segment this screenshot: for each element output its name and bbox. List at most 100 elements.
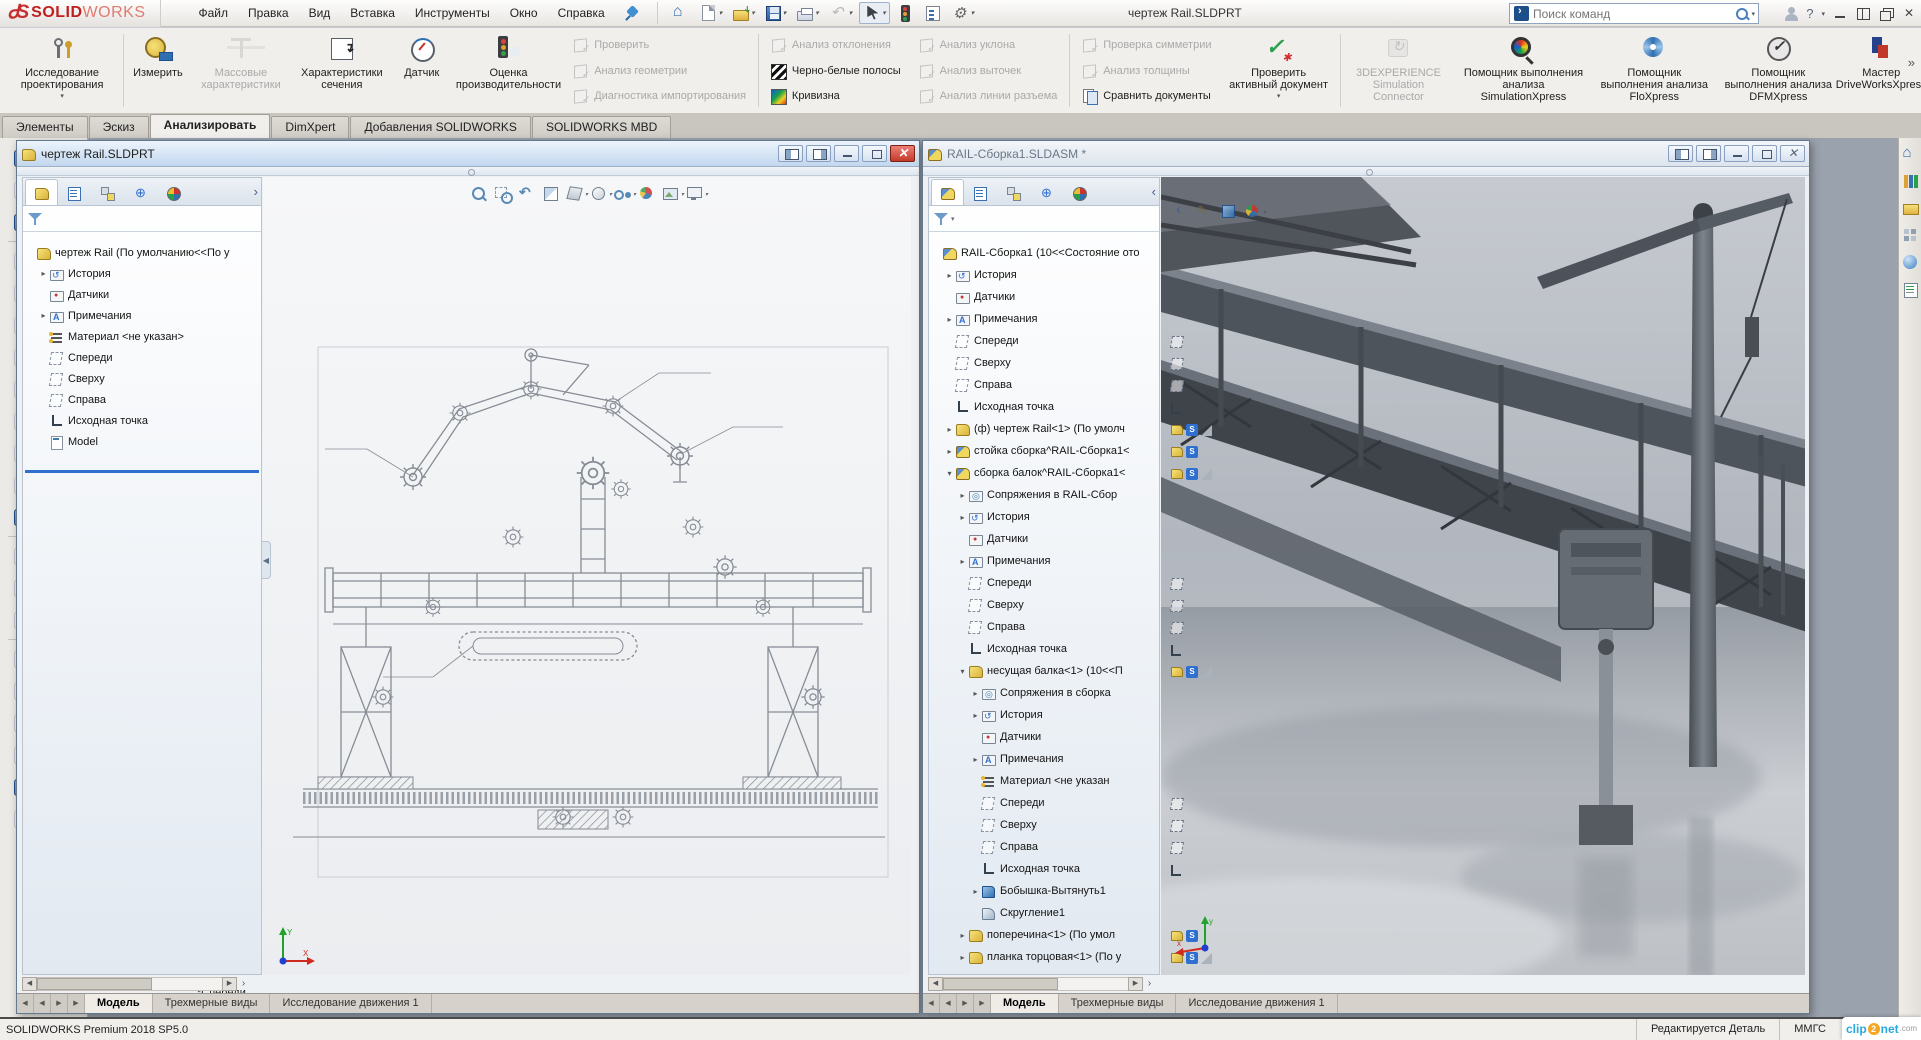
tree-item-Примечания[interactable]: ▸Примечания: [929, 550, 1159, 572]
menu-Инструменты[interactable]: Инструменты: [405, 0, 500, 26]
doc-tab-Модель[interactable]: Модель: [85, 994, 153, 1013]
ribbon-button[interactable]: Датчик: [391, 30, 453, 111]
tab-scroll-left[interactable]: ◀: [923, 994, 940, 1013]
help-icon[interactable]: ?: [1806, 6, 1813, 21]
tree-expand-arrow[interactable]: ▸: [970, 711, 981, 720]
dropdown-arrow-icon[interactable]: ▾: [1277, 92, 1281, 100]
tab-scroll-right[interactable]: ▶: [974, 994, 991, 1013]
tree-item-История[interactable]: ▸История: [929, 506, 1159, 528]
panel-expand-chevron[interactable]: ›: [237, 977, 250, 991]
zoomarea-icon[interactable]: [493, 185, 513, 203]
scroll-left-button[interactable]: ◀: [22, 977, 37, 991]
open-button[interactable]: ▾: [729, 2, 759, 24]
taskpane-props-icon[interactable]: [1902, 281, 1919, 298]
tree-item-Примечания[interactable]: ▸Примечания: [23, 305, 261, 326]
tab-Анализировать[interactable]: Анализировать: [150, 114, 271, 138]
menu-Справка[interactable]: Справка: [548, 0, 615, 26]
back-icon[interactable]: [1171, 203, 1191, 221]
scene-icon[interactable]: ▾: [661, 185, 681, 203]
tree-item-Справа[interactable]: Справа: [23, 389, 261, 410]
tree-item-Исходная[interactable]: Исходная точка: [929, 638, 1159, 660]
tab-scroll-left[interactable]: ◀: [17, 994, 34, 1013]
tree-item-Справа[interactable]: Справа: [929, 374, 1159, 396]
tree-item-планка[interactable]: ▸планка торцовая<1> (По у: [929, 946, 1159, 968]
doc-tab-Исследование движения 1[interactable]: Исследование движения 1: [270, 994, 431, 1013]
panel-splitter-handle[interactable]: [17, 167, 919, 176]
ribbon-button[interactable]: Помощник выполнения анализа DFMXpress: [1715, 30, 1841, 111]
tree-expand-arrow[interactable]: ▸: [957, 953, 968, 962]
tree-expand-arrow[interactable]: ▾: [944, 469, 955, 478]
pin-icon[interactable]: [625, 5, 641, 21]
tree-item-[interactable]: ▸(ф) чертеж Rail<1> (По умолч: [929, 418, 1159, 440]
scroll-left-button[interactable]: ◀: [928, 977, 943, 991]
help-dropdown[interactable]: ▾: [1821, 10, 1825, 18]
tree-item-История[interactable]: ▸История: [23, 263, 261, 284]
tab-SOLIDWORKS MBD[interactable]: SOLIDWORKS MBD: [532, 116, 671, 138]
fm-tab-proplist[interactable]: [58, 179, 91, 205]
ribbon-button[interactable]: Исследование проектирования▾: [4, 30, 120, 111]
window-restore-button[interactable]: [862, 145, 887, 162]
window-tile-left-button[interactable]: [778, 145, 803, 162]
tree-item-Примечания[interactable]: ▸Примечания: [929, 308, 1159, 330]
ribbon-small-button[interactable]: Кривизна: [764, 83, 908, 109]
tree-item-Датчики[interactable]: Датчики: [929, 286, 1159, 308]
doc-tab-Трехмерные виды[interactable]: Трехмерные виды: [153, 994, 271, 1013]
ribbon-overflow-chevron[interactable]: »: [1908, 55, 1915, 70]
tree-item-История[interactable]: ▸История: [929, 264, 1159, 286]
tree-item-Сверху[interactable]: Сверху: [929, 814, 1159, 836]
file-properties-button[interactable]: [921, 2, 945, 24]
tree-expand-arrow[interactable]: ▸: [957, 557, 968, 566]
window-tile-right-button[interactable]: [1696, 145, 1721, 162]
tree-item-поперечина[interactable]: ▸поперечина<1> (По умол: [929, 924, 1159, 946]
tab-scroll-right[interactable]: ▶: [68, 994, 85, 1013]
rebuild-button[interactable]: [893, 2, 918, 24]
window-minimize-button[interactable]: [834, 145, 859, 162]
tree-filter[interactable]: ▾: [929, 206, 1159, 232]
tree-item-Справа[interactable]: Справа: [929, 616, 1159, 638]
tree-expand-arrow[interactable]: ▸: [944, 447, 955, 456]
tab-Добавления SOLIDWORKS[interactable]: Добавления SOLIDWORKS: [350, 116, 531, 138]
ribbon-button[interactable]: Помощник выполнения анализа SimulationXp…: [1454, 30, 1594, 111]
tab-scroll-left[interactable]: ◀: [34, 994, 51, 1013]
tree-item-История[interactable]: ▸История: [929, 704, 1159, 726]
tree-item-стойка[interactable]: ▸стойка сборка^RAIL-Сборка1<: [929, 440, 1159, 462]
select-tool-button[interactable]: ▾: [859, 2, 890, 24]
window-minimize-button[interactable]: [1724, 145, 1749, 162]
menu-Вставка[interactable]: Вставка: [340, 0, 405, 26]
window-restore-button[interactable]: [1752, 145, 1777, 162]
fm-tab-proplist[interactable]: [964, 179, 997, 205]
ribbon-button[interactable]: Характеристики сечения: [293, 30, 391, 111]
scrollbar-thumb[interactable]: [37, 978, 152, 990]
settings-icon[interactable]: ▾: [685, 185, 705, 203]
taskpane-palette-icon[interactable]: [1902, 227, 1919, 244]
new-document-button[interactable]: ▾: [696, 2, 727, 24]
window-tile-right-button[interactable]: [806, 145, 831, 162]
panel-collapse-arrow[interactable]: ◀: [262, 541, 271, 579]
dropdown-arrow-icon[interactable]: ▾: [60, 92, 64, 100]
tree-expand-arrow[interactable]: ▸: [957, 491, 968, 500]
hideshow-icon[interactable]: ▾: [613, 185, 633, 203]
tree-filter[interactable]: [23, 206, 261, 232]
ribbon-button[interactable]: Проверить активный документ▾: [1221, 30, 1337, 111]
tree-horizontal-scrollbar[interactable]: ◀ ▶ ›: [928, 977, 1156, 991]
scrollbar-thumb[interactable]: [943, 978, 1058, 990]
tree-item-Примечания[interactable]: ▸Примечания: [929, 748, 1159, 770]
fm-tab-disp[interactable]: [157, 179, 190, 205]
menu-Вид[interactable]: Вид: [299, 0, 341, 26]
fm-tab-feature-asm[interactable]: [931, 179, 964, 205]
search-dropdown[interactable]: ▾: [1751, 10, 1755, 18]
tree-item-Спереди[interactable]: Спереди: [23, 347, 261, 368]
command-search[interactable]: ▾: [1509, 3, 1759, 24]
fm-tab-dimx[interactable]: ⊕: [124, 179, 157, 205]
tree-expand-arrow[interactable]: ▸: [38, 269, 49, 278]
tree-expand-arrow[interactable]: ▸: [944, 315, 955, 324]
tab-scroll-right[interactable]: ▶: [51, 994, 68, 1013]
tab-Эскиз[interactable]: Эскиз: [89, 116, 149, 138]
tab-scroll-left[interactable]: ◀: [940, 994, 957, 1013]
doc-tab-Трехмерные виды[interactable]: Трехмерные виды: [1059, 994, 1177, 1013]
taskpane-appear-icon[interactable]: [1902, 254, 1919, 271]
print-button[interactable]: ▾: [793, 2, 823, 24]
home-button[interactable]: [668, 2, 693, 24]
tree-item-RAIL-Сборка1[interactable]: RAIL-Сборка1 (10<<Состояние ото: [929, 242, 1159, 264]
tree-item-Материал[interactable]: Материал <не указан>: [23, 326, 261, 347]
